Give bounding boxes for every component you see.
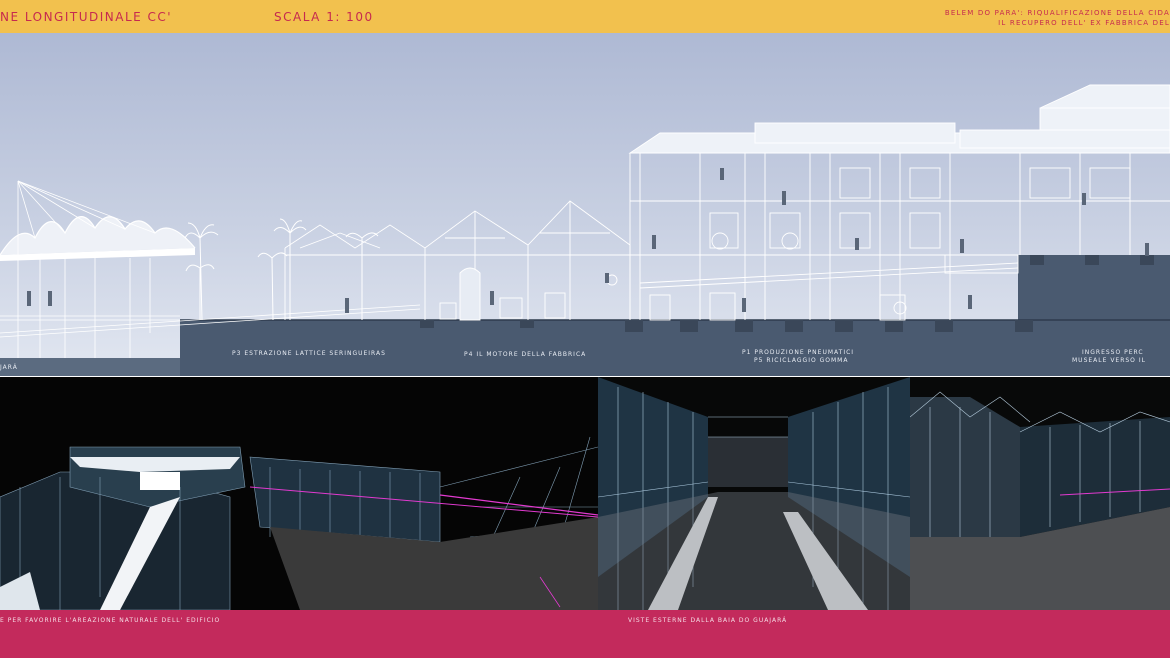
project-title-line-1: BELEM DO PARA': RIQUALIFICAZIONE DELLA C… [944, 9, 1170, 17]
caption-right: VISTE ESTERNE DALLA BAIA DO GUAJARÁ [628, 617, 788, 624]
sheet-scale: SCALA 1: 100 [274, 10, 374, 24]
caption-left: E PER FAVORIRE L'AREAZIONE NATURALE DELL… [0, 617, 221, 624]
label-p1: P1 PRODUZIONE PNEUMATICI [742, 349, 855, 356]
sheet-title: NE LONGITUDINALE CC' [0, 10, 173, 24]
label-p5: P5 RICICLAGGIO GOMMA [754, 357, 849, 364]
section-svg [0, 84, 1170, 376]
industrial-sheds [284, 200, 631, 321]
label-entrance-line-1: INGRESSO PERC [1082, 349, 1144, 356]
palm-trees [184, 218, 379, 321]
project-title-line-2: IL RECUPERO DELL' EX FABBRICA DEL [998, 19, 1170, 27]
wireframe-views-strip [0, 377, 1170, 610]
label-p3: P3 ESTRAZIONE LATTICE SERINGUEIRAS [232, 350, 386, 357]
title-bar: NE LONGITUDINALE CC' SCALA 1: 100 BELEM … [0, 0, 1170, 33]
longitudinal-section-drawing: JARÁ P3 ESTRAZIONE LATTICE SERINGUEIRAS … [0, 33, 1170, 376]
label-left: JARÁ [0, 364, 18, 371]
left-ground-strip [0, 358, 180, 376]
exterior-wireframe-view [910, 377, 1170, 610]
label-entrance-line-2: MUSEALE VERSO IL [1072, 357, 1146, 364]
label-p4: P4 IL MOTORE DELLA FABBRICA [464, 351, 587, 358]
street-wireframe-view [598, 377, 910, 610]
aerial-wireframe-view [0, 377, 598, 610]
caption-bar: E PER FAVORIRE L'AREAZIONE NATURALE DELL… [0, 610, 1170, 658]
people [27, 168, 1149, 313]
